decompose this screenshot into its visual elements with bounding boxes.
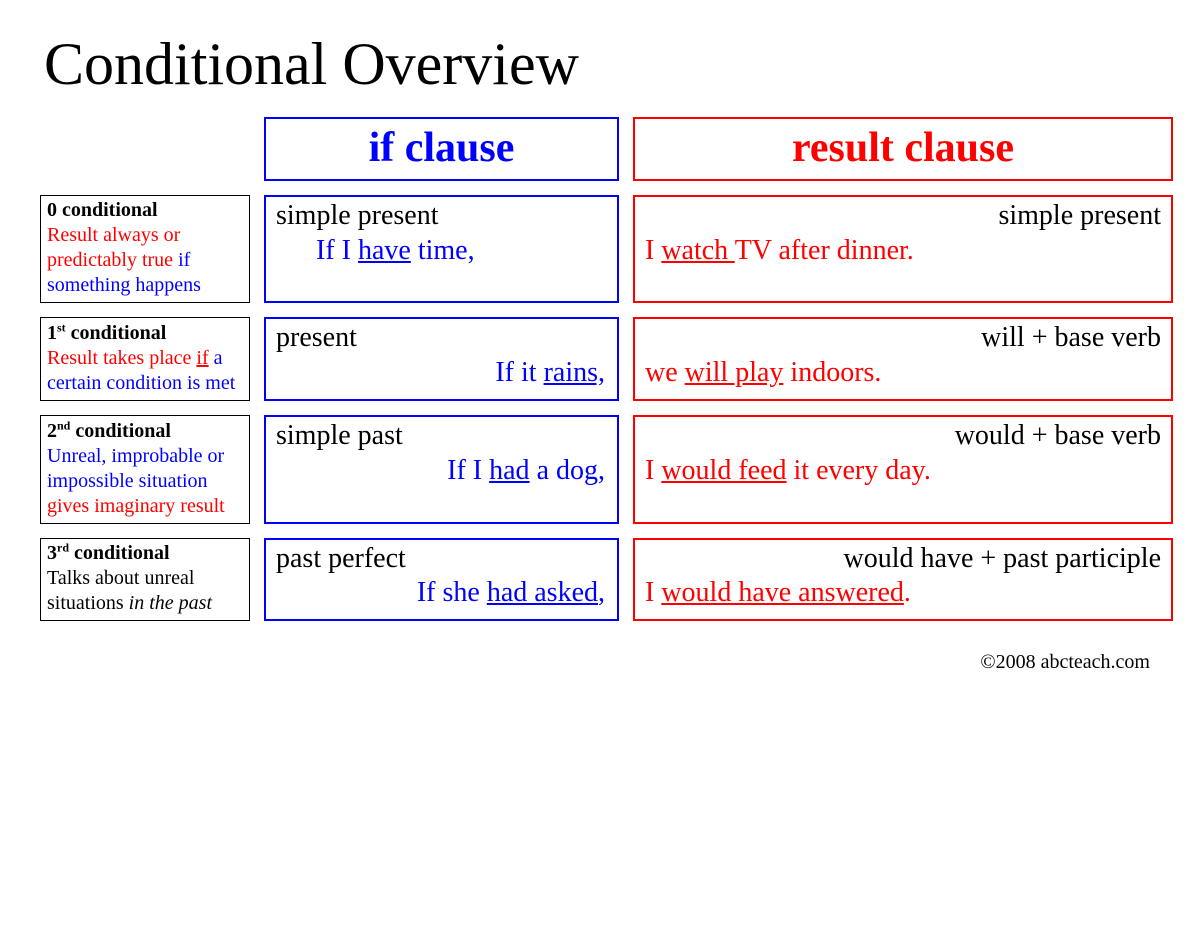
if-tense-3: past perfect (276, 544, 607, 575)
if-box-1: present If it rains, (264, 317, 619, 401)
label-0-conditional: 0 conditional Result always or predictab… (40, 195, 250, 303)
label-name: 2nd conditional (47, 420, 171, 442)
label-desc: Result takes place if a certain conditio… (47, 347, 235, 394)
label-desc: Result always or predictably true if som… (47, 224, 201, 296)
result-box-0: simple present I watch TV after dinner. (633, 195, 1173, 303)
result-box-3: would have + past participle I would hav… (633, 538, 1173, 622)
label-2-conditional: 2nd conditional Unreal, improbable or im… (40, 415, 250, 524)
result-box-1: will + base verb we will play indoors. (633, 317, 1173, 401)
copyright: ©2008 abcteach.com (40, 651, 1160, 674)
header-if-clause: if clause (264, 117, 619, 181)
if-tense-1: present (276, 323, 607, 354)
if-example-2: If I had a dog, (276, 454, 607, 488)
result-tense-1: will + base verb (645, 323, 1161, 354)
if-example-1: If it rains, (276, 356, 607, 390)
result-example-1: we will play indoors. (645, 356, 1161, 390)
label-desc: Talks about unreal situations in the pas… (47, 567, 212, 614)
result-box-2: would + base verb I would feed it every … (633, 415, 1173, 524)
label-name: 0 conditional (47, 199, 158, 221)
header-result-clause: result clause (633, 117, 1173, 181)
conditional-grid: if clause result clause 0 conditional Re… (40, 117, 1160, 621)
label-name: 3rd conditional (47, 542, 170, 564)
page-title: Conditional Overview (44, 30, 1160, 99)
result-tense-2: would + base verb (645, 421, 1161, 452)
if-box-0: simple present If I have time, (264, 195, 619, 303)
result-tense-0: simple present (645, 201, 1161, 232)
label-name: 1st conditional (47, 322, 166, 344)
result-example-0: I watch TV after dinner. (645, 234, 1161, 268)
result-example-3: I would have answered. (645, 576, 1161, 610)
result-tense-3: would have + past participle (645, 544, 1161, 575)
result-example-2: I would feed it every day. (645, 454, 1161, 488)
label-1-conditional: 1st conditional Result takes place if a … (40, 317, 250, 401)
label-3-conditional: 3rd conditional Talks about unreal situa… (40, 538, 250, 622)
if-box-3: past perfect If she had asked, (264, 538, 619, 622)
if-tense-0: simple present (276, 201, 607, 232)
spacer (40, 117, 250, 181)
if-tense-2: simple past (276, 421, 607, 452)
if-example-0: If I have time, (276, 234, 607, 268)
if-example-3: If she had asked, (276, 576, 607, 610)
if-box-2: simple past If I had a dog, (264, 415, 619, 524)
label-desc: Unreal, improbable or impossible situati… (47, 445, 225, 517)
